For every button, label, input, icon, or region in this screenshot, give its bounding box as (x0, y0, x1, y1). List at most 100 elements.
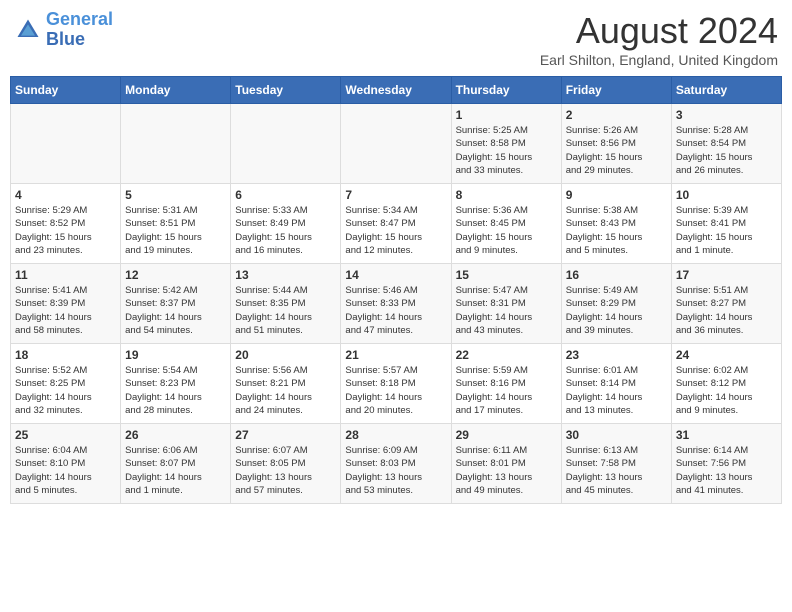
calendar-cell (341, 104, 451, 184)
calendar-cell: 12Sunrise: 5:42 AM Sunset: 8:37 PM Dayli… (121, 264, 231, 344)
day-info: Sunrise: 5:31 AM Sunset: 8:51 PM Dayligh… (125, 204, 226, 257)
day-number: 25 (15, 428, 116, 442)
day-info: Sunrise: 5:46 AM Sunset: 8:33 PM Dayligh… (345, 284, 446, 337)
day-number: 31 (676, 428, 777, 442)
day-info: Sunrise: 5:39 AM Sunset: 8:41 PM Dayligh… (676, 204, 777, 257)
calendar-cell: 21Sunrise: 5:57 AM Sunset: 8:18 PM Dayli… (341, 344, 451, 424)
location: Earl Shilton, England, United Kingdom (540, 52, 778, 68)
day-info: Sunrise: 6:13 AM Sunset: 7:58 PM Dayligh… (566, 444, 667, 497)
day-number: 24 (676, 348, 777, 362)
calendar-cell: 8 Sunrise: 5:36 AM Sunset: 8:45 PM Daylig… (451, 184, 561, 264)
calendar-cell: 6 Sunrise: 5:33 AM Sunset: 8:49 PM Daylig… (231, 184, 341, 264)
column-header-wednesday: Wednesday (341, 77, 451, 104)
day-info: Sunrise: 5:49 AM Sunset: 8:29 PM Dayligh… (566, 284, 667, 337)
day-number: 23 (566, 348, 667, 362)
day-info: Sunrise: 6:02 AM Sunset: 8:12 PM Dayligh… (676, 364, 777, 417)
day-number: 30 (566, 428, 667, 442)
day-number: 11 (15, 268, 116, 282)
calendar-cell: 22Sunrise: 5:59 AM Sunset: 8:16 PM Dayli… (451, 344, 561, 424)
day-info: Sunrise: 5:36 AM Sunset: 8:45 PM Dayligh… (456, 204, 557, 257)
day-number: 5 (125, 188, 226, 202)
calendar-cell (121, 104, 231, 184)
column-header-saturday: Saturday (671, 77, 781, 104)
calendar-cell: 27Sunrise: 6:07 AM Sunset: 8:05 PM Dayli… (231, 424, 341, 504)
calendar-cell: 4 Sunrise: 5:29 AM Sunset: 8:52 PM Daylig… (11, 184, 121, 264)
calendar-cell: 3 Sunrise: 5:28 AM Sunset: 8:54 PM Daylig… (671, 104, 781, 184)
day-info: Sunrise: 6:06 AM Sunset: 8:07 PM Dayligh… (125, 444, 226, 497)
calendar-table: SundayMondayTuesdayWednesdayThursdayFrid… (10, 76, 782, 504)
day-info: Sunrise: 5:25 AM Sunset: 8:58 PM Dayligh… (456, 124, 557, 177)
day-info: Sunrise: 5:38 AM Sunset: 8:43 PM Dayligh… (566, 204, 667, 257)
day-info: Sunrise: 5:42 AM Sunset: 8:37 PM Dayligh… (125, 284, 226, 337)
day-number: 8 (456, 188, 557, 202)
day-info: Sunrise: 5:41 AM Sunset: 8:39 PM Dayligh… (15, 284, 116, 337)
day-info: Sunrise: 5:26 AM Sunset: 8:56 PM Dayligh… (566, 124, 667, 177)
day-number: 18 (15, 348, 116, 362)
day-info: Sunrise: 6:09 AM Sunset: 8:03 PM Dayligh… (345, 444, 446, 497)
calendar-week-row: 4 Sunrise: 5:29 AM Sunset: 8:52 PM Daylig… (11, 184, 782, 264)
day-number: 4 (15, 188, 116, 202)
calendar-cell: 17 Sunrise: 5:51 AM Sunset: 8:27 PM Dayli… (671, 264, 781, 344)
day-info: Sunrise: 5:54 AM Sunset: 8:23 PM Dayligh… (125, 364, 226, 417)
day-info: Sunrise: 5:52 AM Sunset: 8:25 PM Dayligh… (15, 364, 116, 417)
calendar-cell (231, 104, 341, 184)
calendar-cell: 9 Sunrise: 5:38 AM Sunset: 8:43 PM Daylig… (561, 184, 671, 264)
calendar-cell: 31Sunrise: 6:14 AM Sunset: 7:56 PM Dayli… (671, 424, 781, 504)
calendar-cell: 18 Sunrise: 5:52 AM Sunset: 8:25 PM Dayli… (11, 344, 121, 424)
day-info: Sunrise: 5:56 AM Sunset: 8:21 PM Dayligh… (235, 364, 336, 417)
column-header-friday: Friday (561, 77, 671, 104)
day-number: 2 (566, 108, 667, 122)
column-header-thursday: Thursday (451, 77, 561, 104)
calendar-week-row: 25 Sunrise: 6:04 AM Sunset: 8:10 PM Dayli… (11, 424, 782, 504)
calendar-cell: 30 Sunrise: 6:13 AM Sunset: 7:58 PM Dayli… (561, 424, 671, 504)
day-number: 6 (235, 188, 336, 202)
calendar-cell: 11 Sunrise: 5:41 AM Sunset: 8:39 PM Dayli… (11, 264, 121, 344)
calendar-cell: 15Sunrise: 5:47 AM Sunset: 8:31 PM Dayli… (451, 264, 561, 344)
calendar-cell: 2 Sunrise: 5:26 AM Sunset: 8:56 PM Daylig… (561, 104, 671, 184)
calendar-cell: 16 Sunrise: 5:49 AM Sunset: 8:29 PM Dayli… (561, 264, 671, 344)
column-header-tuesday: Tuesday (231, 77, 341, 104)
logo-text: General Blue (46, 10, 113, 50)
logo-icon (14, 16, 42, 44)
day-info: Sunrise: 5:28 AM Sunset: 8:54 PM Dayligh… (676, 124, 777, 177)
day-number: 3 (676, 108, 777, 122)
day-info: Sunrise: 5:33 AM Sunset: 8:49 PM Dayligh… (235, 204, 336, 257)
day-info: Sunrise: 5:47 AM Sunset: 8:31 PM Dayligh… (456, 284, 557, 337)
column-header-monday: Monday (121, 77, 231, 104)
calendar-week-row: 1Sunrise: 5:25 AM Sunset: 8:58 PM Daylig… (11, 104, 782, 184)
calendar-week-row: 11 Sunrise: 5:41 AM Sunset: 8:39 PM Dayli… (11, 264, 782, 344)
day-info: Sunrise: 5:44 AM Sunset: 8:35 PM Dayligh… (235, 284, 336, 337)
calendar-cell: 14Sunrise: 5:46 AM Sunset: 8:33 PM Dayli… (341, 264, 451, 344)
day-number: 26 (125, 428, 226, 442)
calendar-cell: 13 Sunrise: 5:44 AM Sunset: 8:35 PM Dayli… (231, 264, 341, 344)
day-info: Sunrise: 5:29 AM Sunset: 8:52 PM Dayligh… (15, 204, 116, 257)
day-number: 7 (345, 188, 446, 202)
day-number: 22 (456, 348, 557, 362)
day-number: 9 (566, 188, 667, 202)
day-number: 17 (676, 268, 777, 282)
day-number: 16 (566, 268, 667, 282)
day-info: Sunrise: 6:07 AM Sunset: 8:05 PM Dayligh… (235, 444, 336, 497)
day-number: 19 (125, 348, 226, 362)
day-info: Sunrise: 6:04 AM Sunset: 8:10 PM Dayligh… (15, 444, 116, 497)
calendar-cell: 23 Sunrise: 6:01 AM Sunset: 8:14 PM Dayli… (561, 344, 671, 424)
day-info: Sunrise: 5:51 AM Sunset: 8:27 PM Dayligh… (676, 284, 777, 337)
calendar-cell: 26 Sunrise: 6:06 AM Sunset: 8:07 PM Dayli… (121, 424, 231, 504)
calendar-cell: 24 Sunrise: 6:02 AM Sunset: 8:12 PM Dayli… (671, 344, 781, 424)
calendar-cell: 28 Sunrise: 6:09 AM Sunset: 8:03 PM Dayli… (341, 424, 451, 504)
logo: General Blue (14, 10, 113, 50)
day-info: Sunrise: 6:01 AM Sunset: 8:14 PM Dayligh… (566, 364, 667, 417)
day-number: 20 (235, 348, 336, 362)
calendar-cell: 1Sunrise: 5:25 AM Sunset: 8:58 PM Daylig… (451, 104, 561, 184)
column-header-sunday: Sunday (11, 77, 121, 104)
day-number: 28 (345, 428, 446, 442)
calendar-cell: 19 Sunrise: 5:54 AM Sunset: 8:23 PM Dayli… (121, 344, 231, 424)
title-area: August 2024 Earl Shilton, England, Unite… (540, 10, 778, 68)
calendar-cell: 20 Sunrise: 5:56 AM Sunset: 8:21 PM Dayli… (231, 344, 341, 424)
calendar-cell: 29Sunrise: 6:11 AM Sunset: 8:01 PM Dayli… (451, 424, 561, 504)
calendar-week-row: 18 Sunrise: 5:52 AM Sunset: 8:25 PM Dayli… (11, 344, 782, 424)
day-number: 13 (235, 268, 336, 282)
day-number: 10 (676, 188, 777, 202)
day-info: Sunrise: 5:57 AM Sunset: 8:18 PM Dayligh… (345, 364, 446, 417)
calendar-cell: 10 Sunrise: 5:39 AM Sunset: 8:41 PM Dayli… (671, 184, 781, 264)
